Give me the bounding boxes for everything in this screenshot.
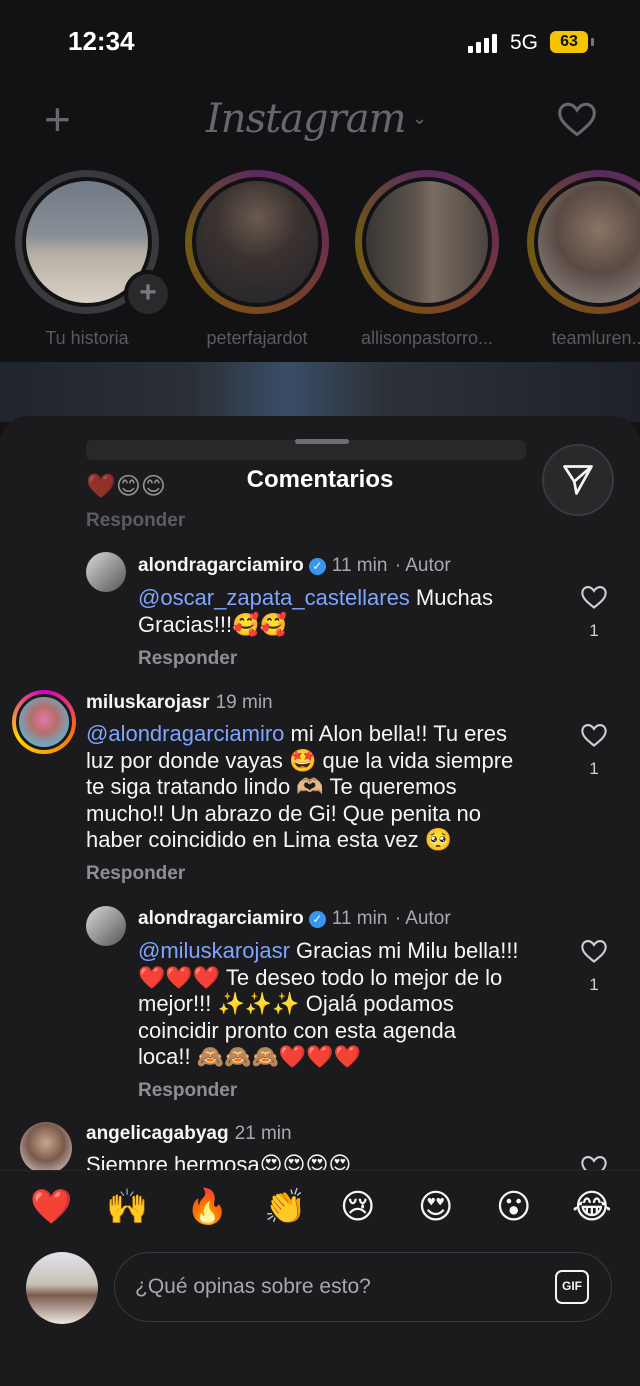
comment-text-line: Muchas	[409, 585, 493, 610]
comment-meta: angelicagabyag 21 min	[86, 1123, 292, 1145]
mention-link[interactable]: @alondragarciamiro	[86, 721, 284, 746]
reply-button[interactable]: Responder	[138, 1080, 237, 1102]
emoji-surprised-button[interactable]: 😮	[496, 1187, 531, 1227]
heart-icon	[581, 586, 607, 609]
quick-emoji-bar: ❤️ 🙌 🔥 👏 😢 😍 😮 😂	[0, 1170, 640, 1247]
avatar[interactable]	[20, 1122, 72, 1174]
comment-username[interactable]: alondragarciamiro	[138, 908, 304, 929]
sheet-grabber[interactable]	[295, 439, 349, 444]
comment-text: @oscar_zapata_castellares Muchas Gracias…	[138, 585, 558, 638]
story-item[interactable]: teamluren...	[524, 168, 640, 358]
instagram-logo[interactable]: Instagram	[206, 96, 407, 142]
share-button[interactable]	[542, 444, 614, 516]
comment-composer: ¿Qué opinas sobre esto? GIF	[0, 1246, 640, 1386]
comment-text-line: Gracias mi Milu bella!!!	[289, 938, 519, 963]
comment-username[interactable]: alondragarciamiro	[138, 555, 304, 576]
battery-tip	[591, 38, 594, 46]
story-label: teamluren...	[551, 328, 640, 348]
comment-text: @alondragarciamiro mi Alon bella!! Tu er…	[86, 721, 566, 854]
comment-text-line: Gracias!!!🥰🥰	[138, 611, 287, 637]
story-label: allisonpastorro...	[360, 328, 494, 348]
comment-input[interactable]: ¿Qué opinas sobre esto? GIF	[114, 1252, 612, 1322]
emoji-heart-button[interactable]: ❤️	[30, 1187, 72, 1227]
emoji-laughing-button[interactable]: 😂	[572, 1187, 612, 1227]
comment-text-line: mejor!!! ✨✨✨ Ojalá podamos	[138, 991, 454, 1016]
reply-button[interactable]: Responder	[86, 510, 185, 532]
heart-icon	[581, 724, 607, 747]
comment-text-line: loca!! 🙈🙈🙈❤️❤️❤️	[138, 1044, 362, 1069]
comment-time: 21 min	[234, 1123, 292, 1144]
emoji-heart-eyes-button[interactable]: 😍	[418, 1187, 453, 1227]
comment-text-line: mucho!! Un abrazo de Gi! Que penita no	[86, 800, 482, 826]
signal-icon	[468, 34, 497, 53]
emoji-raised-hands-button[interactable]: 🙌	[106, 1187, 148, 1227]
like-button[interactable]: 1	[574, 584, 614, 641]
reply-button[interactable]: Responder	[86, 863, 185, 885]
avatar	[192, 177, 322, 307]
battery-icon: 63	[550, 31, 588, 53]
comment-meta: alondragarciamiro ✓ 11 min · Autor	[138, 555, 451, 577]
status-time: 12:34	[68, 26, 135, 56]
story-ring	[185, 170, 329, 314]
create-post-icon[interactable]: +	[44, 96, 71, 142]
network-type: 5G	[510, 31, 539, 54]
add-story-icon[interactable]: +	[124, 270, 172, 318]
story-item[interactable]: allisonpastorro...	[352, 168, 502, 358]
story-label: peterfajardot	[206, 328, 308, 348]
comment-text-line: haber coincidido en Lima esta vez 🥺	[86, 827, 453, 852]
like-count: 1	[589, 759, 599, 778]
comment-text-line: te siga tratando lindo 🫶🏼 Te queremos	[86, 774, 457, 799]
avatar[interactable]	[86, 906, 126, 946]
stories-tray: + Tu historia peterfajardot allisonpasto…	[0, 168, 640, 358]
story-ring	[355, 170, 499, 314]
mention-link[interactable]: @oscar_zapata_castellares	[138, 585, 410, 610]
emoji-crying-button[interactable]: 😢	[340, 1187, 375, 1227]
emoji-fire-button[interactable]: 🔥	[186, 1187, 228, 1227]
comment-meta: miluskarojasr 19 min	[86, 692, 273, 714]
verified-icon: ✓	[308, 911, 326, 928]
comment-input-placeholder: ¿Qué opinas sobre esto?	[135, 1275, 371, 1298]
heart-icon	[581, 940, 607, 963]
comment-time: 11 min	[331, 908, 388, 929]
comment-text-line: coincidir pronto con esta agenda	[138, 1017, 456, 1043]
avatar	[534, 177, 640, 307]
comment-time: 19 min	[215, 692, 273, 713]
like-button[interactable]: 1	[574, 722, 614, 779]
avatar[interactable]	[86, 552, 126, 592]
author-badge: · Autor	[394, 555, 451, 576]
author-badge: · Autor	[394, 908, 451, 929]
comment-text-line: luz por donde vayas 🤩 que la vida siempr…	[86, 747, 514, 773]
comment-meta: alondragarciamiro ✓ 11 min · Autor	[138, 908, 451, 930]
comment-username[interactable]: miluskarojasr	[86, 692, 210, 713]
reply-button[interactable]: Responder	[138, 648, 237, 670]
feed-post-preview	[0, 362, 640, 422]
story-label: Tu historia	[45, 328, 129, 348]
comment-text: @miluskarojasr Gracias mi Milu bella!!! …	[138, 938, 568, 1071]
status-bar: 12:34 5G 63	[0, 0, 640, 86]
chevron-down-icon[interactable]: ⌄	[412, 108, 427, 129]
avatar	[362, 177, 492, 307]
mention-link[interactable]: @miluskarojasr	[138, 938, 290, 963]
avatar	[26, 1252, 98, 1324]
comment-time: 11 min	[331, 555, 388, 576]
like-count: 1	[589, 975, 599, 994]
story-item[interactable]: peterfajardot	[182, 168, 332, 358]
like-button[interactable]: 1	[574, 938, 614, 995]
story-ring	[527, 170, 640, 314]
comment-username[interactable]: angelicagabyag	[86, 1123, 229, 1144]
feed-background: 12:34 5G 63 + Instagram ⌄ + Tu historia …	[0, 0, 640, 460]
like-count: 1	[589, 621, 599, 640]
send-icon	[563, 465, 593, 495]
gif-button[interactable]: GIF	[555, 1270, 589, 1304]
verified-icon: ✓	[308, 558, 326, 575]
activity-heart-icon[interactable]	[556, 100, 598, 143]
avatar[interactable]	[12, 690, 76, 754]
emoji-clap-button[interactable]: 👏	[264, 1187, 306, 1227]
comment-text-line: ❤️❤️❤️ Te deseo todo lo mejor de lo	[138, 964, 503, 990]
story-own[interactable]: + Tu historia	[12, 168, 172, 358]
comment-text-line: mi Alon bella!! Tu eres	[284, 721, 507, 746]
instagram-header: + Instagram ⌄	[0, 90, 640, 150]
